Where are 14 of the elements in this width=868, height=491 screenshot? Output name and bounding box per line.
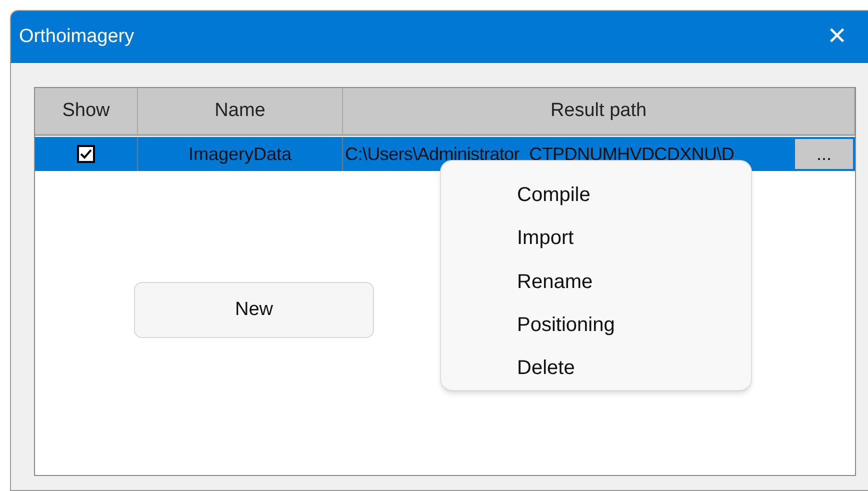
- menu-item[interactable]: Compile: [441, 173, 751, 216]
- window-title: Orthoimagery: [19, 24, 134, 49]
- new-button[interactable]: New: [134, 282, 374, 338]
- checkbox[interactable]: [77, 145, 95, 163]
- close-button[interactable]: ✕: [827, 25, 847, 49]
- browse-button[interactable]: ...: [795, 139, 853, 169]
- column-header[interactable]: Name: [138, 88, 343, 134]
- menu-item[interactable]: Import: [441, 216, 751, 260]
- table-cell: ImageryData: [138, 137, 343, 171]
- menu-item[interactable]: Delete: [441, 346, 751, 390]
- menu-item[interactable]: Positioning: [441, 303, 751, 347]
- column-header[interactable]: Show: [35, 88, 138, 134]
- menu-item[interactable]: Rename: [441, 260, 751, 304]
- column-header[interactable]: Result path: [343, 88, 855, 134]
